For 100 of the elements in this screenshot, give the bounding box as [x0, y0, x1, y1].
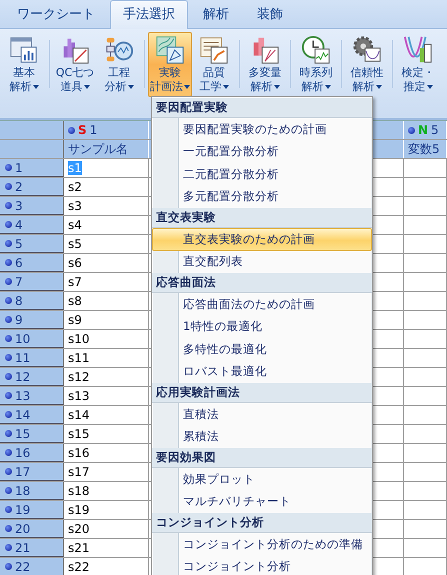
menu-item[interactable]: 直交配列表	[152, 250, 372, 273]
menu-item[interactable]: 直交表実験のための計画	[152, 228, 372, 250]
row-number: 13	[15, 388, 30, 402]
menu-item[interactable]: 応答曲面法のための計画	[152, 293, 372, 316]
row-header[interactable]: 8	[0, 292, 64, 310]
menu-item[interactable]: マルチバリチャート	[152, 490, 372, 513]
caret-icon	[274, 85, 280, 89]
column-header[interactable]: S 1	[64, 121, 149, 139]
menu-item[interactable]: 多特性の最適化	[152, 338, 372, 360]
contour-network-icon	[154, 35, 186, 65]
dot-icon	[5, 354, 12, 361]
ribbon-button[interactable]: 多変量 解析	[243, 32, 287, 97]
row-header[interactable]: 18	[0, 482, 64, 500]
table-cell[interactable]: s22	[68, 560, 90, 574]
row-header[interactable]: 20	[0, 520, 64, 538]
menu-item[interactable]: 効果プロット	[152, 468, 372, 490]
ribbon-button[interactable]: 時系列 解析	[294, 32, 338, 97]
caret-icon	[32, 85, 38, 89]
dot-icon	[5, 544, 12, 551]
table-cell[interactable]: s3	[68, 199, 82, 213]
table-cell[interactable]: s7	[68, 275, 82, 289]
table-cell[interactable]: s18	[68, 484, 90, 498]
dot-icon	[5, 183, 12, 190]
ribbon-button[interactable]: 実験 計画法	[148, 32, 192, 97]
table-cell[interactable]: s11	[68, 351, 90, 365]
table-cell[interactable]: s10	[68, 332, 90, 346]
dot-icon	[5, 240, 12, 247]
menu-item[interactable]: 二元配置分散分析	[152, 163, 372, 186]
table-cell[interactable]: s17	[68, 465, 90, 479]
table-cell[interactable]: s20	[68, 522, 90, 536]
dot-icon	[5, 449, 12, 456]
menu-item[interactable]: 多元配置分散分析	[152, 186, 372, 208]
row-number: 14	[15, 408, 30, 422]
table-cell[interactable]: s5	[68, 237, 82, 251]
row-header[interactable]: 19	[0, 501, 64, 519]
row-header[interactable]: 15	[0, 425, 64, 443]
table-cell[interactable]: s13	[68, 389, 90, 403]
menu-item[interactable]: 1特性の最適化	[152, 316, 372, 338]
row-header[interactable]: 6	[0, 254, 64, 272]
table-cell[interactable]: s9	[68, 313, 82, 327]
row-number: 8	[15, 294, 23, 308]
menu-section-heading: 要因効果図	[152, 448, 372, 468]
menu-item[interactable]: ロバスト最適化	[152, 360, 372, 383]
menu-item[interactable]: コンジョイント分析	[152, 556, 372, 575]
tab[interactable]: 解析	[190, 0, 242, 28]
row-header[interactable]: 14	[0, 406, 64, 424]
row-header[interactable]: 9	[0, 311, 64, 329]
row-header[interactable]: 7	[0, 273, 64, 291]
row-number: 9	[15, 312, 23, 326]
row-header[interactable]: 1	[0, 159, 64, 177]
column-name[interactable]: 変数5	[404, 140, 447, 158]
ribbon-button[interactable]: 検定・ 推定	[396, 32, 440, 97]
row-header[interactable]: 3	[0, 197, 64, 215]
ribbon-button[interactable]: 品質 工学	[192, 32, 236, 97]
corner-cell[interactable]	[0, 140, 64, 158]
ribbon-button[interactable]: 工程 分析	[97, 32, 141, 97]
menu-item[interactable]: 累積法	[152, 426, 372, 448]
table-cell[interactable]: s4	[68, 218, 82, 232]
corner-cell[interactable]	[0, 121, 64, 139]
row-number: 21	[15, 540, 30, 554]
ribbon-button[interactable]: 基本 解析	[2, 32, 46, 97]
row-header[interactable]: 22	[0, 558, 64, 575]
table-cell[interactable]: s15	[68, 427, 90, 441]
table-cell[interactable]: s21	[68, 541, 90, 555]
menu-item[interactable]: 一元配置分散分析	[152, 140, 372, 163]
menu-item[interactable]: 直積法	[152, 403, 372, 426]
table-cell[interactable]: s12	[68, 370, 90, 384]
column-number: 5	[431, 123, 439, 137]
dot-icon	[5, 506, 12, 513]
tab[interactable]: 装飾	[244, 0, 296, 28]
table-cell[interactable]: s2	[68, 180, 82, 194]
table-cell[interactable]: s16	[68, 446, 90, 460]
ribbon-button[interactable]: 信頼性 解析	[345, 32, 389, 97]
table-cell[interactable]: s6	[68, 256, 82, 270]
row-header[interactable]: 13	[0, 387, 64, 405]
table-cell[interactable]: s8	[68, 294, 82, 308]
row-header[interactable]: 11	[0, 349, 64, 367]
caret-icon	[222, 85, 228, 89]
ribbon-button[interactable]: QC七つ 道具	[53, 32, 97, 97]
menu-section-heading: コンジョイント分析	[152, 513, 372, 533]
row-header[interactable]: 16	[0, 444, 64, 462]
tab[interactable]: 手法選択	[110, 0, 188, 29]
column-number: 1	[90, 123, 98, 137]
menu-item[interactable]: 要因配置実験のための計画	[152, 118, 372, 140]
row-header[interactable]: 10	[0, 330, 64, 348]
table-cell[interactable]: s19	[68, 503, 90, 517]
table-cell[interactable]: s14	[68, 408, 90, 422]
menu-item[interactable]: コンジョイント分析のための準備	[152, 533, 372, 556]
dot-icon	[5, 221, 12, 228]
caret-icon	[184, 85, 190, 89]
row-header[interactable]: 2	[0, 178, 64, 196]
column-header[interactable]: N 5	[404, 121, 447, 139]
dot-icon	[68, 126, 75, 134]
row-header[interactable]: 4	[0, 216, 64, 234]
row-header[interactable]: 17	[0, 463, 64, 481]
row-header[interactable]: 12	[0, 368, 64, 386]
row-header[interactable]: 21	[0, 539, 64, 557]
tab[interactable]: ワークシート	[4, 0, 108, 28]
row-header[interactable]: 5	[0, 235, 64, 253]
column-name[interactable]: サンプル名	[64, 140, 149, 158]
